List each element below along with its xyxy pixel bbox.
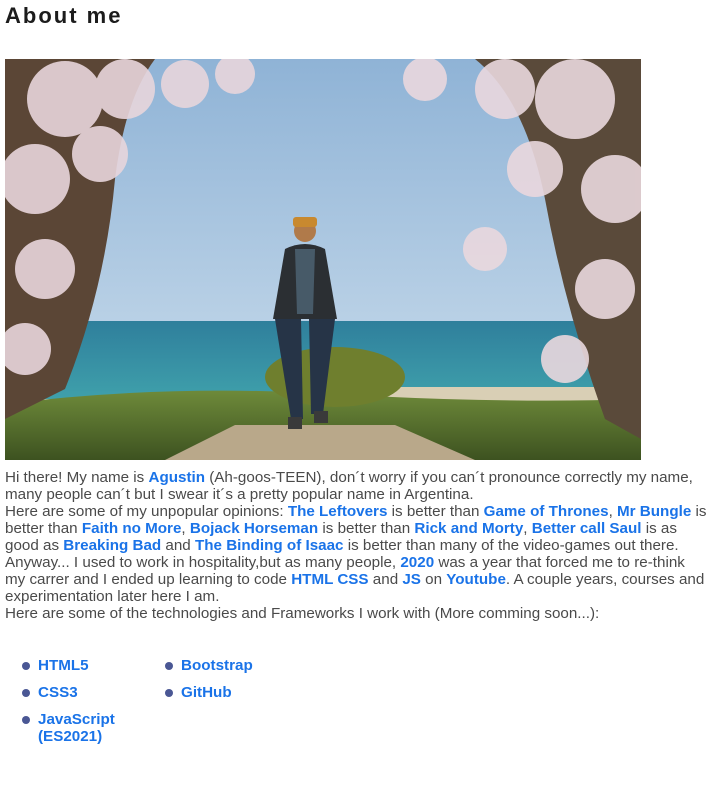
link-html-css[interactable]: HTML CSS xyxy=(291,571,368,588)
bio-text: Hi there! My name is xyxy=(5,469,149,486)
tech-list: HTML5 Bootstrap CSS3 GitHub JavaScript (… xyxy=(5,657,325,745)
bio-text: and xyxy=(161,537,195,554)
bio-text: and xyxy=(368,571,403,588)
link-better-call-saul[interactable]: Better call Saul xyxy=(532,520,642,537)
tech-item-css3: CSS3 xyxy=(5,684,148,701)
link-binding-of-isaac[interactable]: The Binding of Isaac xyxy=(195,537,344,554)
bio-section: Hi there! My name is Agustin (Ah-goos-TE… xyxy=(5,469,709,622)
bio-text: is better than xyxy=(318,520,415,537)
bullet-icon xyxy=(165,662,173,670)
link-bojack-horseman[interactable]: Bojack Horseman xyxy=(190,520,318,537)
link-the-leftovers[interactable]: The Leftovers xyxy=(288,503,388,520)
link-game-of-thrones[interactable]: Game of Thrones xyxy=(484,503,609,520)
link-breaking-bad[interactable]: Breaking Bad xyxy=(63,537,161,554)
bio-text: , xyxy=(523,520,532,537)
link-mr-bungle[interactable]: Mr Bungle xyxy=(617,503,691,520)
tech-intro: Here are some of the technologies and Fr… xyxy=(5,605,600,622)
tech-link-bootstrap[interactable]: Bootstrap xyxy=(181,657,253,674)
tech-link-github[interactable]: GitHub xyxy=(181,684,232,701)
bio-text: , xyxy=(181,520,190,537)
bullet-icon xyxy=(22,716,30,724)
tech-item-javascript: JavaScript (ES2021) xyxy=(5,711,148,745)
name-link[interactable]: Agustin xyxy=(148,469,205,486)
bullet-icon xyxy=(22,689,30,697)
bullet-icon xyxy=(22,662,30,670)
profile-photo-image xyxy=(5,59,641,460)
bullet-icon xyxy=(165,689,173,697)
tech-item-html5: HTML5 xyxy=(5,657,148,674)
link-faith-no-more[interactable]: Faith no More xyxy=(82,520,182,537)
link-2020[interactable]: 2020 xyxy=(400,554,434,571)
bio-text: , xyxy=(608,503,618,520)
tech-link-css3[interactable]: CSS3 xyxy=(38,684,78,701)
link-rick-and-morty[interactable]: Rick and Morty xyxy=(414,520,523,537)
page-title: About me xyxy=(5,3,123,28)
bio-text: is better than many of the video-games o… xyxy=(343,537,679,554)
link-js[interactable]: JS xyxy=(402,571,421,588)
bio-story: Anyway... I used to work in hospitality,… xyxy=(5,554,709,605)
bio-text: Here are some of my unpopular opinions: xyxy=(5,503,288,520)
bio-text: is better than xyxy=(387,503,484,520)
tech-link-javascript[interactable]: JavaScript (ES2021) xyxy=(38,711,128,745)
bio-text: Anyway... I used to work in hospitality,… xyxy=(5,554,401,571)
link-youtube[interactable]: Youtube xyxy=(446,571,506,588)
tech-link-html5[interactable]: HTML5 xyxy=(38,657,89,674)
profile-photo xyxy=(5,59,641,460)
tech-item-bootstrap: Bootstrap xyxy=(148,657,308,674)
tech-item-github: GitHub xyxy=(148,684,308,701)
bio-text: on xyxy=(420,571,447,588)
bio-intro: Hi there! My name is Agustin (Ah-goos-TE… xyxy=(5,469,709,503)
bio-opinions: Here are some of my unpopular opinions: … xyxy=(5,503,709,554)
